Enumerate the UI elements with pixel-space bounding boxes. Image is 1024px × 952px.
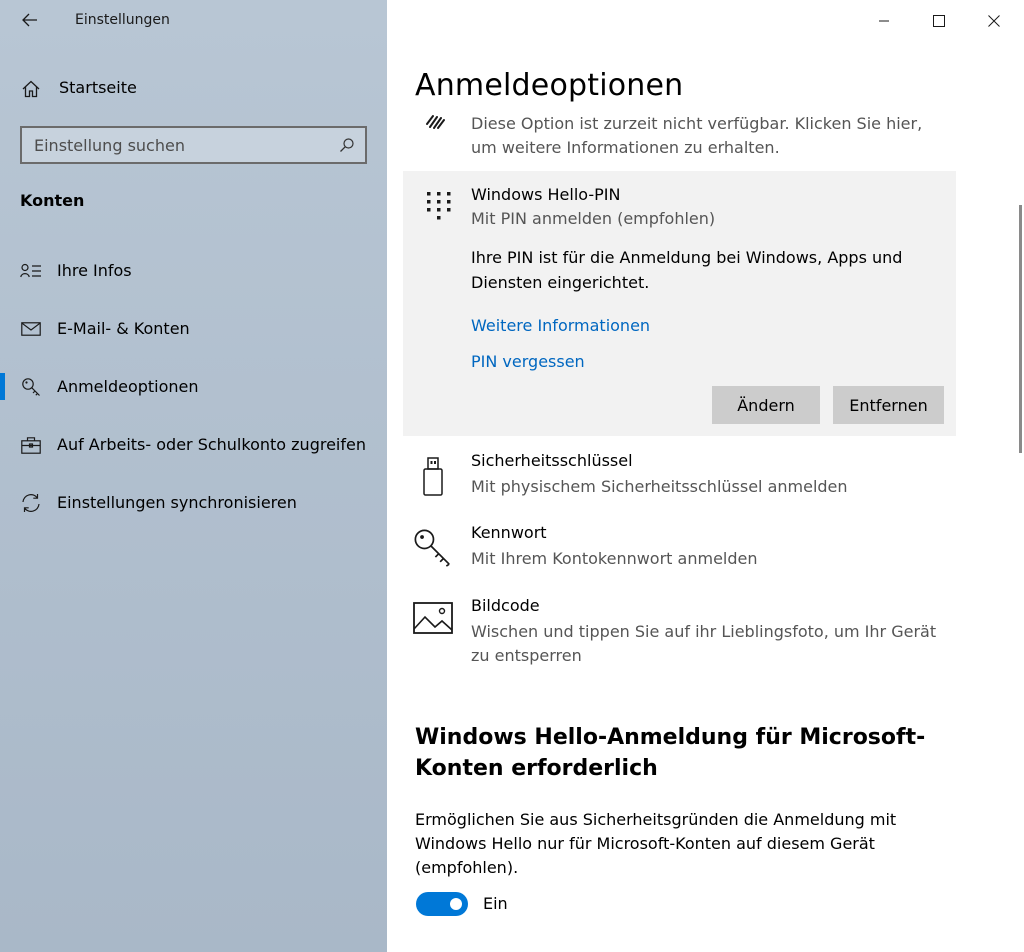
minimize-button[interactable] [861, 6, 907, 36]
sidebar-item-label: Auf Arbeits- oder Schulkonto zugreifen [57, 435, 366, 454]
search-icon[interactable] [339, 137, 355, 153]
home-icon [22, 80, 40, 98]
hello-toggle-switch[interactable] [416, 892, 468, 916]
home-label: Startseite [59, 78, 137, 97]
briefcase-icon [20, 435, 42, 455]
sidebar-item-ihre-infos[interactable]: Ihre Infos [0, 248, 387, 294]
option-password[interactable]: Kennwort Mit Ihrem Kontokennwort anmelde… [403, 523, 956, 589]
more-info-link[interactable]: Weitere Informationen [471, 316, 650, 335]
key-icon [20, 377, 42, 397]
change-pin-button[interactable]: Ändern [712, 386, 820, 424]
option-picture-password[interactable]: Bildcode Wischen und tippen Sie auf ihr … [403, 596, 956, 686]
toggle-state-label: Ein [483, 894, 508, 913]
option-subtitle: Mit Ihrem Kontokennwort anmelden [471, 549, 758, 568]
section-title: Konten [20, 191, 85, 210]
forgot-pin-link[interactable]: PIN vergessen [471, 352, 585, 371]
fingerprint-note: Diese Option ist zurzeit nicht verfügbar… [471, 114, 923, 157]
person-list-icon [20, 261, 42, 281]
pin-subtitle: Mit PIN anmelden (empfohlen) [471, 209, 716, 228]
sidebar-item-synchronisieren[interactable]: Einstellungen synchronisieren [0, 480, 387, 526]
option-subtitle: Wischen und tippen Sie auf ihr Lieblings… [471, 622, 937, 665]
sidebar-item-label: E-Mail- & Konten [57, 319, 190, 338]
back-button[interactable] [12, 4, 48, 36]
maximize-icon [933, 15, 945, 27]
picture-icon [413, 600, 453, 640]
scrollbar[interactable] [1019, 205, 1022, 453]
password-key-icon [413, 527, 453, 567]
pin-description: Ihre PIN ist für die Anmeldung bei Windo… [471, 248, 903, 292]
option-subtitle: Mit physischem Sicherheitsschlüssel anme… [471, 477, 848, 496]
remove-pin-button[interactable]: Entfernen [833, 386, 944, 424]
pin-keypad-icon [427, 192, 451, 220]
pin-panel[interactable]: Windows Hello-PIN Mit PIN anmelden (empf… [403, 171, 956, 436]
sidebar-item-home[interactable]: Startseite [0, 68, 387, 108]
option-title: Bildcode [471, 596, 540, 615]
option-title: Sicherheitsschlüssel [471, 451, 633, 470]
option-security-key[interactable]: Sicherheitsschlüssel Mit physischem Sich… [403, 451, 956, 517]
sidebar-item-arbeitskonto[interactable]: Auf Arbeits- oder Schulkonto zugreifen [0, 422, 387, 468]
hello-section-description: Ermöglichen Sie aus Sicherheitsgründen d… [415, 810, 897, 877]
search-box[interactable] [20, 126, 367, 164]
close-icon [988, 15, 1000, 27]
titlebar-left: Einstellungen [0, 0, 387, 42]
sidebar: Einstellungen Startseite Konten Ihre Inf… [0, 0, 387, 952]
maximize-button[interactable] [916, 6, 962, 36]
page-title: Anmeldeoptionen [415, 68, 684, 103]
option-title: Kennwort [471, 523, 547, 542]
main-content: Anmeldeoptionen Diese Option ist zurzeit… [387, 0, 1024, 952]
sidebar-item-label: Einstellungen synchronisieren [57, 493, 297, 512]
toggle-knob [450, 898, 462, 910]
app-title: Einstellungen [75, 12, 170, 28]
mail-icon [20, 319, 42, 339]
sidebar-item-email-konten[interactable]: E-Mail- & Konten [0, 306, 387, 352]
sidebar-item-label: Anmeldeoptionen [57, 377, 199, 396]
sidebar-item-anmeldeoptionen[interactable]: Anmeldeoptionen [0, 364, 387, 410]
usb-key-icon [413, 455, 453, 496]
back-arrow-icon [22, 13, 37, 27]
hello-section-heading: Windows Hello-Anmeldung für Microsoft-Ko… [415, 725, 926, 781]
pin-title: Windows Hello-PIN [471, 185, 621, 204]
sync-icon [20, 493, 42, 513]
search-input[interactable] [34, 134, 324, 156]
active-indicator [0, 373, 5, 400]
fingerprint-icon [426, 115, 445, 129]
close-button[interactable] [971, 6, 1017, 36]
sidebar-item-label: Ihre Infos [57, 261, 132, 280]
minimize-icon [879, 20, 889, 22]
